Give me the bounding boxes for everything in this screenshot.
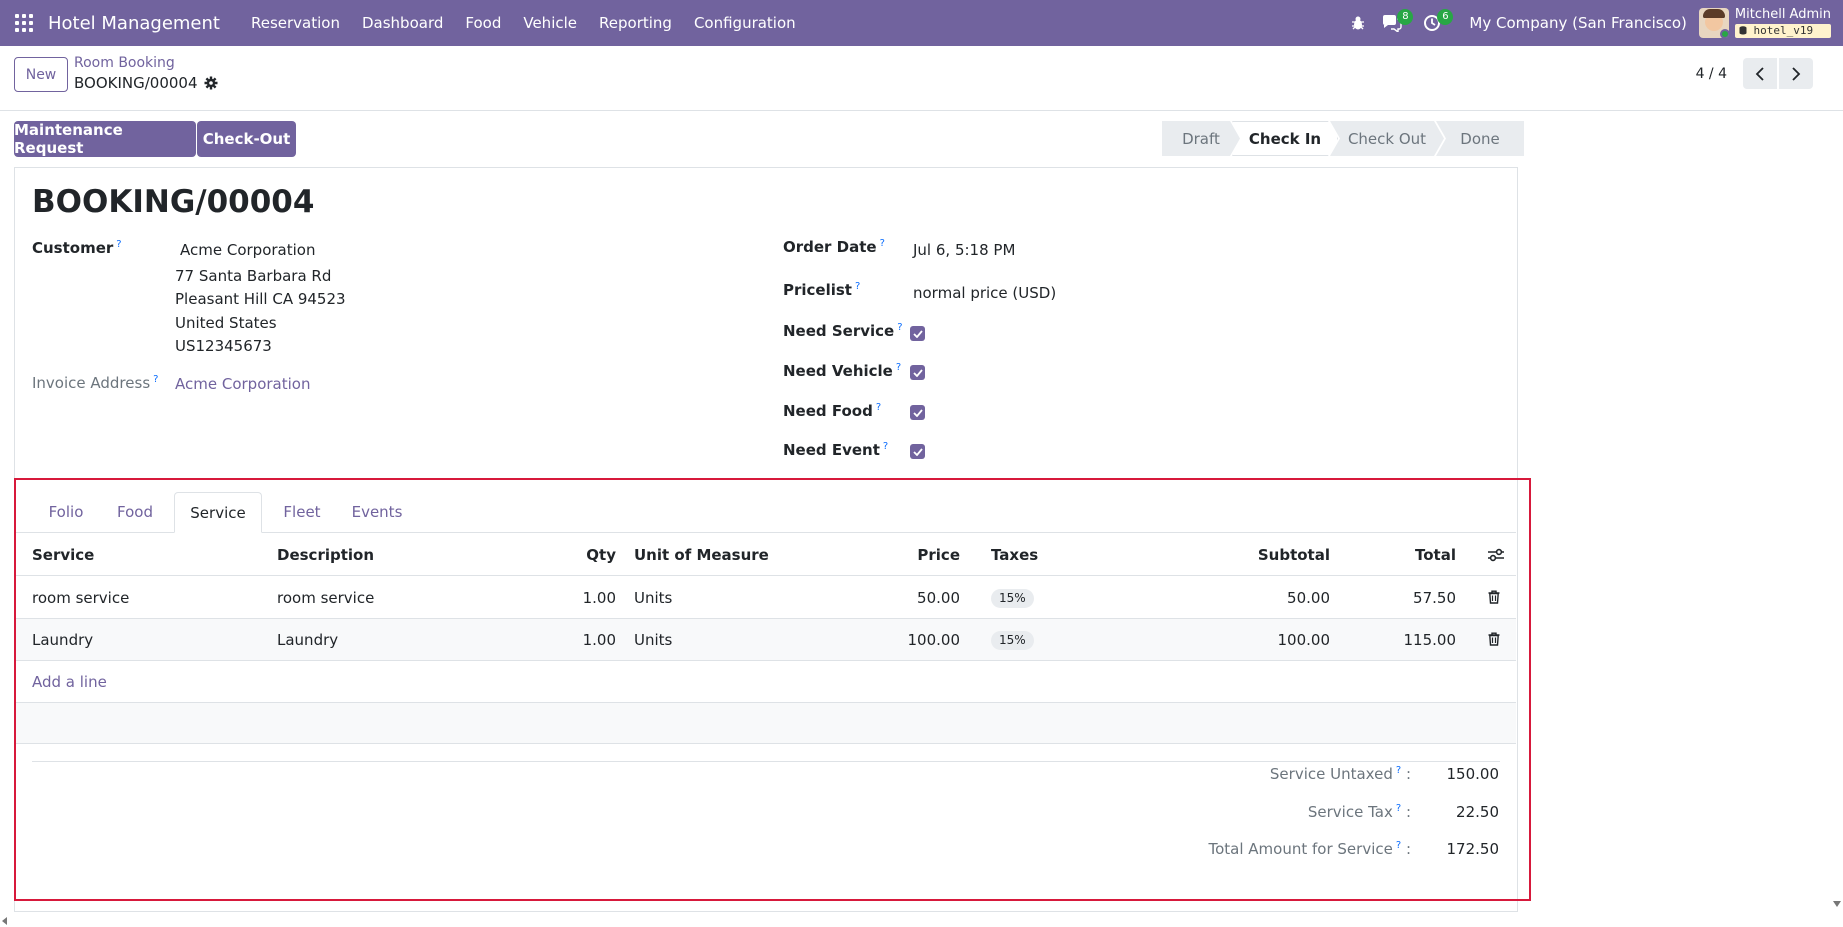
customer-address-city: Pleasant Hill CA 94523	[175, 290, 346, 308]
online-status-dot	[1719, 29, 1729, 38]
help-tooltip-icon: ?	[116, 239, 122, 250]
stage-draft[interactable]: Draft	[1162, 121, 1240, 156]
need-event-checkbox[interactable]	[910, 444, 925, 459]
menu-item-dashboard[interactable]: Dashboard	[351, 0, 454, 46]
check-icon	[912, 447, 923, 456]
scroll-left-icon	[2, 917, 7, 925]
check-icon	[912, 368, 923, 377]
order-date-value[interactable]: Jul 6, 5:18 PM	[913, 241, 1015, 259]
menu-item-configuration[interactable]: Configuration	[683, 0, 807, 46]
help-tooltip-icon: ?	[897, 322, 903, 333]
customer-name[interactable]: Acme Corporation	[180, 241, 315, 259]
top-navbar: Hotel Management Reservation Dashboard F…	[0, 0, 1843, 46]
help-tooltip-icon: ?	[854, 281, 861, 292]
customer-address-street: 77 Santa Barbara Rd	[175, 267, 332, 285]
scroll-down-icon	[1833, 901, 1841, 907]
help-tooltip-icon: ?	[882, 441, 889, 452]
current-record-name: BOOKING/00004	[74, 74, 198, 92]
need-food-checkbox[interactable]	[910, 405, 925, 420]
activities-clock-icon[interactable]: 6	[1417, 0, 1454, 46]
breadcrumb-current-record: BOOKING/00004	[74, 74, 218, 92]
user-name: Mitchell Admin	[1734, 6, 1831, 22]
maintenance-request-button[interactable]: Maintenance Request	[14, 121, 196, 157]
order-date-label: Order Date?	[783, 238, 885, 256]
pricelist-label: Pricelist?	[783, 281, 861, 299]
apps-menu-icon[interactable]	[0, 0, 48, 46]
pager: 4 / 4	[1696, 58, 1813, 89]
customer-vat: US12345673	[175, 337, 272, 355]
messages-chat-icon[interactable]: 8	[1377, 0, 1414, 46]
check-out-button[interactable]: Check-Out	[197, 121, 296, 157]
stage-done[interactable]: Done	[1436, 121, 1524, 156]
chevron-left-icon	[1755, 66, 1764, 81]
highlight-box	[14, 478, 1531, 901]
status-bar: Draft Check In Check Out Done	[1162, 121, 1524, 156]
gear-icon[interactable]	[204, 76, 218, 90]
pager-value[interactable]: 4 / 4	[1696, 66, 1727, 82]
company-switcher[interactable]: My Company (San Francisco)	[1469, 14, 1686, 32]
menu-item-vehicle[interactable]: Vehicle	[512, 0, 588, 46]
help-tooltip-icon: ?	[879, 238, 885, 249]
need-event-label: Need Event?	[783, 441, 889, 459]
activities-count-badge: 6	[1437, 9, 1454, 25]
pager-next-button[interactable]	[1779, 58, 1813, 89]
need-vehicle-checkbox[interactable]	[910, 365, 925, 380]
invoice-address-link[interactable]: Acme Corporation	[175, 375, 310, 393]
pager-previous-button[interactable]	[1743, 58, 1777, 89]
need-vehicle-label: Need Vehicle?	[783, 362, 902, 380]
record-title: BOOKING/00004	[32, 184, 315, 220]
stage-check-in[interactable]: Check In	[1232, 121, 1338, 156]
app-name[interactable]: Hotel Management	[48, 13, 220, 34]
invoice-address-label: Invoice Address?	[32, 374, 159, 392]
stage-check-out[interactable]: Check Out	[1330, 121, 1444, 156]
control-panel: New Room Booking BOOKING/00004 4 / 4	[0, 46, 1843, 111]
chevron-right-icon	[1792, 66, 1801, 81]
horizontal-scrollbar[interactable]	[0, 901, 1843, 927]
debug-bug-icon[interactable]	[1343, 0, 1373, 46]
main-menu: Reservation Dashboard Food Vehicle Repor…	[240, 0, 807, 46]
help-tooltip-icon: ?	[895, 362, 902, 373]
messages-count-badge: 8	[1397, 9, 1414, 25]
user-menu[interactable]: Mitchell Admin hotel_v19	[1734, 6, 1831, 39]
menu-item-reservation[interactable]: Reservation	[240, 0, 351, 46]
user-avatar[interactable]	[1698, 8, 1729, 38]
need-service-checkbox[interactable]	[910, 326, 925, 341]
need-food-label: Need Food?	[783, 402, 882, 420]
pricelist-value[interactable]: normal price (USD)	[913, 284, 1056, 302]
need-service-label: Need Service?	[783, 322, 903, 340]
check-icon	[912, 329, 923, 338]
help-tooltip-icon: ?	[153, 374, 159, 385]
menu-item-reporting[interactable]: Reporting	[588, 0, 683, 46]
breadcrumb-room-booking[interactable]: Room Booking	[74, 55, 175, 71]
customer-address-country: United States	[175, 314, 277, 332]
help-tooltip-icon: ?	[875, 402, 882, 413]
new-button[interactable]: New	[14, 57, 68, 92]
menu-item-food[interactable]: Food	[454, 0, 512, 46]
database-icon	[1739, 26, 1747, 35]
customer-label: Customer?	[32, 239, 122, 257]
check-icon	[912, 408, 923, 417]
database-badge: hotel_v19	[1734, 24, 1831, 39]
